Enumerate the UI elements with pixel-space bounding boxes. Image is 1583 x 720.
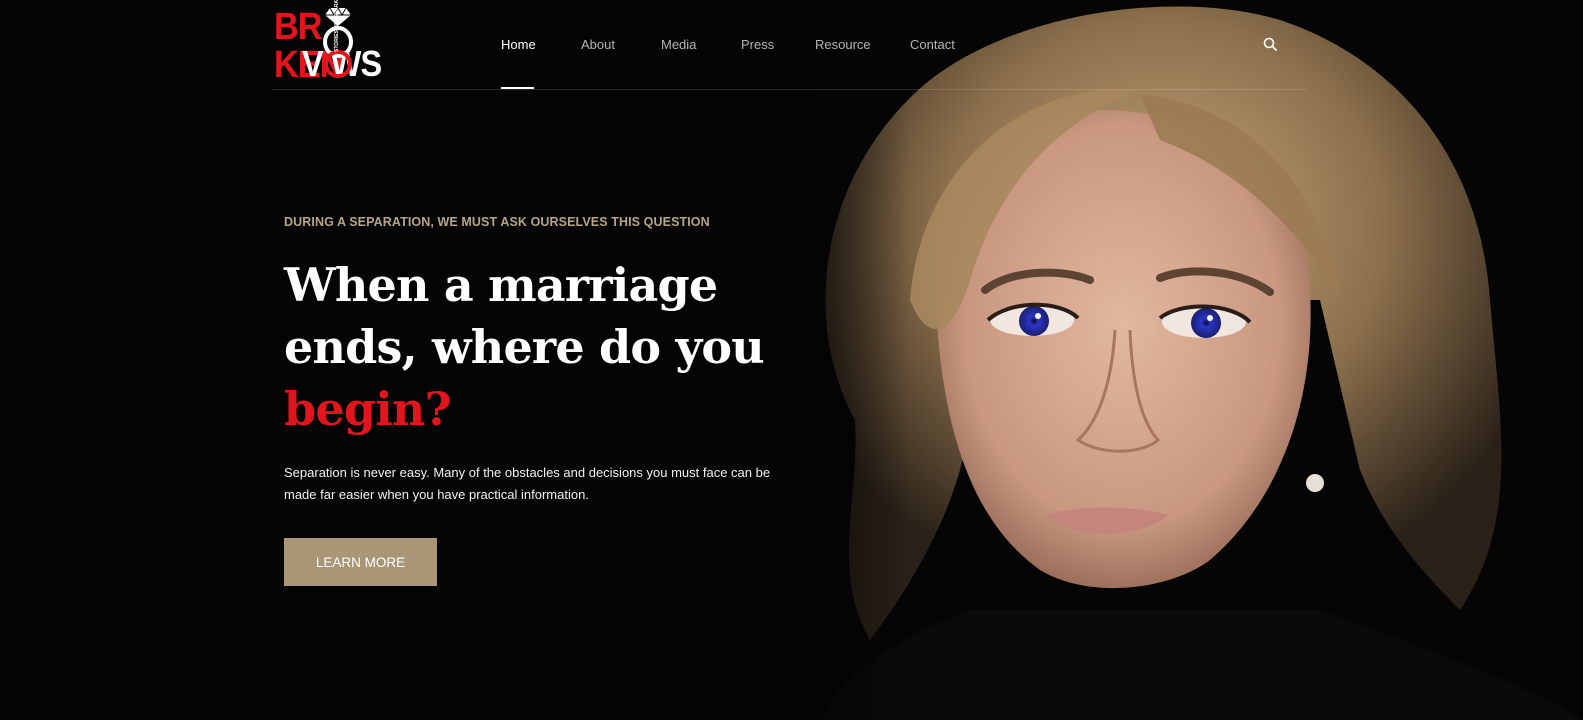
search-icon [1263,37,1277,51]
search-button[interactable] [1263,37,1279,53]
nav-item-home[interactable]: Home [501,0,536,89]
nav-item-resource[interactable]: Resource [815,0,871,89]
nav-item-label: Resource [815,37,871,52]
headline-line-2: ends, where do you [284,320,765,374]
logo-tagline: STORIES OF SEPARATION [334,0,340,52]
main-nav: Home About Media Press Resource Contact [501,0,955,89]
nav-item-label: Media [661,37,697,52]
hero-portrait-image [760,0,1583,720]
site-header: BR KEN V WS STORIES OF SEPARATION Home A… [272,0,1306,90]
nav-item-label: Press [741,37,775,52]
headline-accent: begin? [284,382,451,436]
broken-vows-logo[interactable]: BR KEN V WS STORIES OF SEPARATION [272,0,412,84]
hero-eyebrow: DURING A SEPARATION, WE MUST ASK OURSELV… [284,215,710,229]
hero-headline: When a marriage ends, where do you begin… [284,254,784,440]
nav-item-label: Home [501,37,536,52]
nav-item-media[interactable]: Media [661,0,697,89]
hero-description: Separation is never easy. Many of the ob… [284,465,771,502]
hero-section: DURING A SEPARATION, WE MUST ASK OURSELV… [284,212,784,586]
nav-item-label: Contact [910,37,955,52]
headline-line-1: When a marriage [284,258,718,312]
nav-item-label: About [581,37,615,52]
page: BR KEN V WS STORIES OF SEPARATION Home A… [0,0,1583,720]
nav-item-press[interactable]: Press [741,0,774,89]
nav-item-about[interactable]: About [581,0,615,89]
learn-more-button[interactable]: LEARN MORE [284,538,437,586]
nav-item-contact[interactable]: Contact [910,0,955,89]
